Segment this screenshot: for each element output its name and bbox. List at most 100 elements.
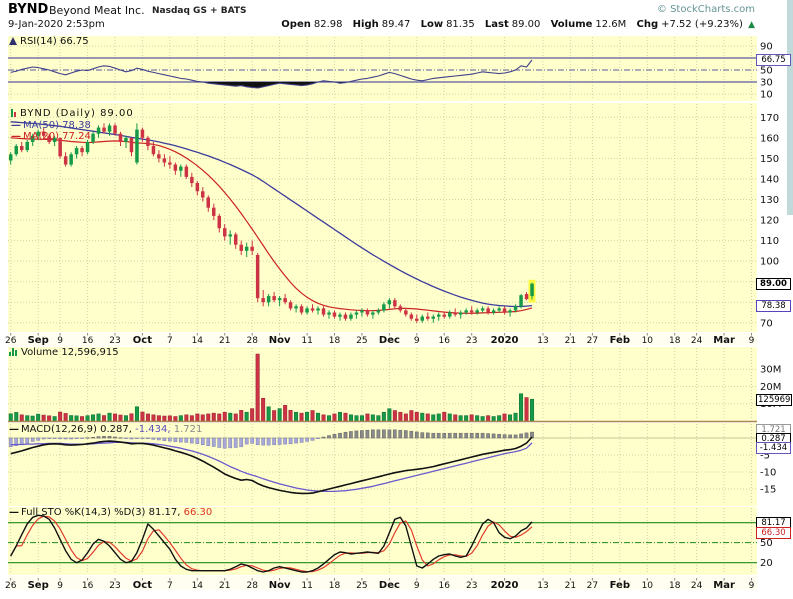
high-label: High [352, 19, 379, 30]
svg-text:Feb: Feb [610, 335, 630, 346]
svg-text:27: 27 [587, 581, 598, 591]
svg-text:27: 27 [587, 336, 598, 346]
svg-text:Sep: Sep [28, 335, 49, 346]
macd-value: 0.287, [100, 424, 132, 435]
svg-text:20: 20 [760, 558, 773, 569]
svg-text:18: 18 [669, 581, 681, 591]
svg-text:21: 21 [219, 336, 230, 346]
svg-text:9: 9 [749, 581, 755, 591]
ma50-value-box: 78.38 [756, 300, 791, 312]
svg-text:25: 25 [356, 336, 367, 346]
svg-text:Sep: Sep [28, 580, 49, 591]
ma20-legend: — MA(20) 77.24 [11, 131, 91, 142]
last-label: Last [484, 19, 509, 30]
svg-text:110: 110 [760, 236, 779, 247]
svg-text:16: 16 [82, 581, 94, 591]
rsi-legend: RSI(14) 66.75 [9, 36, 89, 47]
last-value: 89.00 [511, 19, 541, 30]
svg-text:150: 150 [760, 154, 779, 165]
svg-text:16: 16 [82, 336, 94, 346]
svg-text:28: 28 [246, 336, 258, 346]
svg-text:11: 11 [301, 336, 312, 346]
svg-text:13: 13 [537, 581, 548, 591]
svg-text:16: 16 [438, 581, 450, 591]
svg-text:100: 100 [760, 257, 779, 268]
svg-text:160: 160 [760, 133, 779, 144]
svg-text:20M: 20M [760, 382, 781, 393]
chart-datetime: 9-Jan-2020 2:53pm [8, 19, 105, 30]
svg-text:130: 130 [760, 195, 779, 206]
svg-text:Nov: Nov [269, 580, 291, 591]
svg-text:23: 23 [109, 581, 120, 591]
svg-text:7: 7 [167, 336, 173, 346]
macd-signal-box: -1.434 [756, 442, 791, 454]
svg-text:50: 50 [760, 538, 773, 549]
stockcharts-chart: 90503010701701601501401301201101007030M2… [0, 0, 793, 599]
rsi-marker-icon [9, 37, 17, 45]
svg-text:2020: 2020 [491, 335, 519, 346]
svg-text:21: 21 [565, 336, 576, 346]
volume-legend: Volume 12,596,915 [9, 347, 119, 359]
svg-text:30: 30 [760, 78, 773, 89]
svg-text:23: 23 [109, 336, 120, 346]
svg-text:23: 23 [466, 336, 477, 346]
svg-text:140: 140 [760, 174, 779, 185]
svg-text:18: 18 [329, 336, 341, 346]
svg-text:10: 10 [642, 581, 654, 591]
rsi-value-box: 66.75 [756, 54, 791, 66]
company-name: Beyond Meat Inc. [49, 4, 145, 17]
svg-text:18: 18 [669, 336, 681, 346]
svg-text:Oct: Oct [133, 580, 152, 591]
svg-text:14: 14 [192, 581, 204, 591]
volume-label: Volume [550, 19, 593, 30]
chg-label: Chg [636, 19, 659, 30]
svg-text:10: 10 [642, 336, 654, 346]
price-legend: BYND (Daily) 89.00 [11, 108, 134, 120]
rsi-legend-text: RSI(14) 66.75 [20, 36, 89, 47]
svg-text:Nov: Nov [269, 335, 291, 346]
svg-text:120: 120 [760, 216, 779, 227]
svg-text:50: 50 [760, 66, 773, 77]
chg-value: +7.52 (+9.23%) [661, 19, 743, 30]
svg-text:-15: -15 [760, 485, 776, 496]
chg-up-arrow-icon: ▲ [748, 20, 755, 30]
stochastic-line-icon: — [9, 507, 19, 518]
svg-text:26: 26 [5, 336, 17, 346]
svg-text:11: 11 [301, 581, 312, 591]
svg-text:9: 9 [749, 336, 755, 346]
volume-legend-text: Volume 12,596,915 [21, 347, 119, 358]
svg-text:18: 18 [329, 581, 341, 591]
exchange-label: Nasdaq GS + BATS [152, 6, 247, 16]
svg-text:-10: -10 [760, 468, 776, 479]
svg-text:21: 21 [219, 581, 230, 591]
svg-text:23: 23 [466, 581, 477, 591]
svg-text:Dec: Dec [379, 335, 400, 346]
macd-legend-text: MACD(12,26,9) [21, 424, 97, 435]
svg-text:9: 9 [414, 336, 420, 346]
stochastic-legend: — Full STO %K(14,3) %D(3) 81.17, 66.30 [9, 507, 212, 518]
svg-text:14: 14 [192, 336, 204, 346]
ma20-legend-text: MA(20) 77.24 [23, 131, 91, 142]
high-value: 89.47 [381, 19, 411, 30]
svg-text:10: 10 [760, 90, 773, 101]
svg-text:Mar: Mar [713, 335, 735, 346]
svg-text:25: 25 [356, 581, 367, 591]
last-price-box: 89.00 [756, 278, 791, 290]
svg-text:9: 9 [57, 581, 63, 591]
low-value: 81.35 [446, 19, 475, 30]
sto-k-value: 81.17, [148, 507, 181, 518]
svg-text:Oct: Oct [133, 335, 152, 346]
macd-legend: — MACD(12,26,9) 0.287, -1.434, 1.721 [9, 424, 202, 435]
svg-text:Dec: Dec [379, 580, 400, 591]
low-label: Low [420, 19, 444, 30]
volume-value-box: 12596915 [756, 394, 792, 406]
svg-text:24: 24 [691, 581, 703, 591]
svg-text:28: 28 [246, 581, 258, 591]
volume-value: 12.6M [595, 19, 627, 30]
open-label: Open [281, 19, 311, 30]
ma20-line-icon: — [11, 131, 21, 142]
ma50-legend: — MA(50) 78.38 [11, 120, 91, 131]
ma50-legend-text: MA(50) 78.38 [23, 120, 91, 131]
svg-text:30M: 30M [760, 365, 781, 376]
ma50-line-icon: — [11, 120, 21, 131]
